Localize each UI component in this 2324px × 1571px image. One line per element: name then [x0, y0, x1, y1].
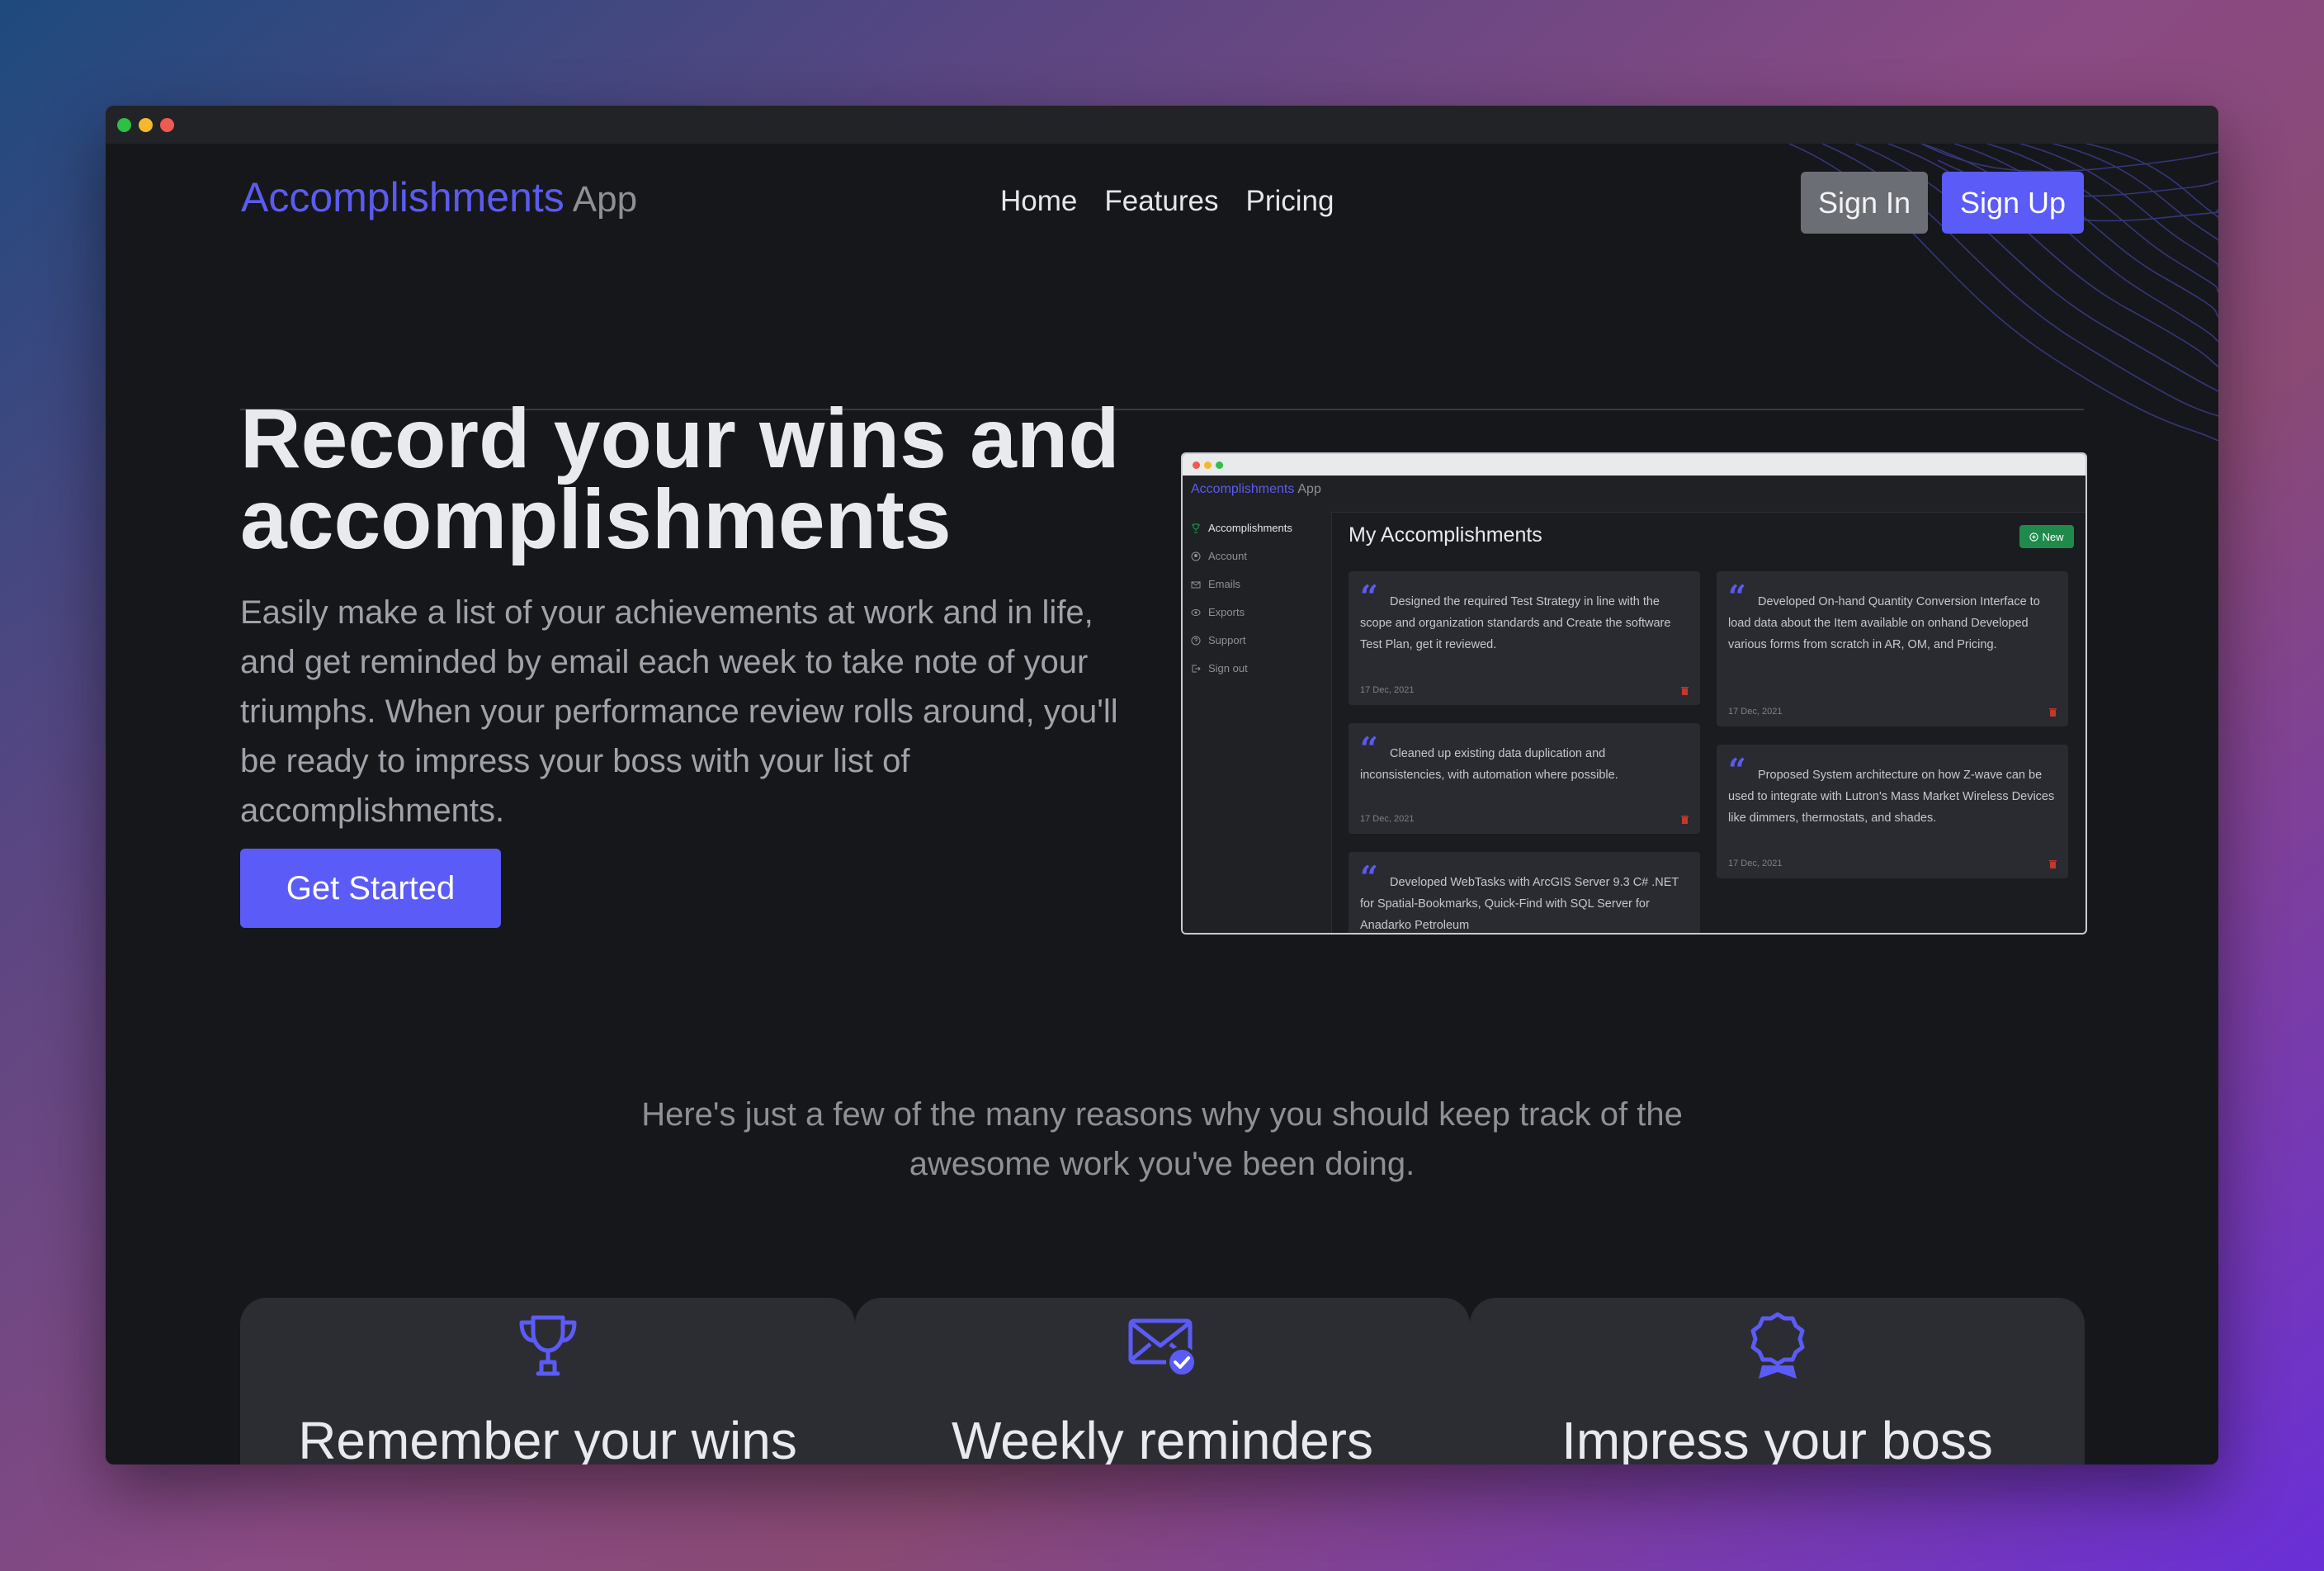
preview-close-dot [1193, 461, 1200, 469]
app-preview-screenshot: Accomplishments App Accomplishments Accou… [1181, 452, 2087, 935]
feature-card-wins: Remember your wins [240, 1298, 855, 1465]
preview-sidebar-account: Account [1191, 550, 1247, 562]
mail-check-icon [1128, 1318, 1197, 1378]
trash-icon [2049, 860, 2057, 868]
card-text: Designed the required Test Strategy in l… [1360, 595, 1671, 651]
reasons-text-content: Here's just a few of the many reasons wh… [641, 1096, 1683, 1182]
sidebar-item-label: Account [1208, 550, 1247, 562]
sidebar-item-label: Emails [1208, 578, 1241, 590]
award-icon [1750, 1312, 1804, 1379]
feature-card-boss: Impress your boss [1470, 1298, 2085, 1465]
feature-card-reminders: Weekly reminders [855, 1298, 1470, 1465]
feature-title: Weekly reminders [952, 1411, 1373, 1465]
main-nav: Home Features Pricing [1000, 185, 1334, 218]
preview-sidebar-support: Support [1191, 634, 1246, 646]
sign-up-button[interactable]: Sign Up [1942, 172, 2084, 234]
window-maximize-dot[interactable] [160, 118, 174, 132]
nav-home[interactable]: Home [1000, 185, 1077, 218]
feature-title: Impress your boss [1561, 1411, 1993, 1465]
card-date: 17 Dec, 2021 [1728, 707, 1783, 717]
trash-icon [2049, 708, 2057, 717]
brand-suffix: App [572, 179, 638, 220]
nav-features[interactable]: Features [1104, 185, 1218, 218]
preview-brand-name: Accomplishments [1191, 482, 1295, 496]
reasons-text: Here's just a few of the many reasons wh… [106, 1090, 2218, 1189]
preview-card: “ Proposed System architecture on how Z-… [1717, 745, 2068, 878]
sidebar-item-label: Support [1208, 634, 1246, 646]
preview-header: Accomplishments App [1183, 476, 2085, 513]
preview-sidebar-emails: Emails [1191, 578, 1240, 590]
card-text: Developed On-hand Quantity Conversion In… [1728, 595, 2040, 651]
card-text: Developed WebTasks with ArcGIS Server 9.… [1360, 876, 1679, 932]
brand-name: Accomplishments [241, 174, 564, 220]
feature-title: Remember your wins [298, 1411, 797, 1465]
preview-minimize-dot [1204, 461, 1212, 469]
preview-card: “ Cleaned up existing data duplication a… [1349, 723, 1700, 834]
card-text: Proposed System architecture on how Z-wa… [1728, 769, 2055, 825]
window-minimize-dot[interactable] [139, 118, 153, 132]
signout-icon [1192, 665, 1201, 672]
get-started-button[interactable]: Get Started [240, 849, 501, 928]
nav-pricing[interactable]: Pricing [1246, 185, 1334, 218]
preview-new-button: New [2019, 525, 2074, 548]
card-date: 17 Dec, 2021 [1360, 814, 1415, 824]
plus-circle-icon [2029, 532, 2039, 542]
card-date: 17 Dec, 2021 [1728, 859, 1783, 868]
preview-card: “ Designed the required Test Strategy in… [1349, 571, 1700, 705]
sidebar-item-label: Sign out [1208, 662, 1248, 674]
preview-brand-suffix: App [1297, 482, 1321, 496]
trophy-icon [519, 1315, 576, 1376]
preview-sidebar-sign-out: Sign out [1191, 662, 1248, 674]
preview-new-label: New [2042, 530, 2064, 543]
sidebar-item-label: Exports [1208, 606, 1245, 618]
preview-maximize-dot [1216, 461, 1223, 469]
export-icon [1191, 608, 1201, 616]
preview-brand: Accomplishments App [1191, 482, 1321, 497]
window-titlebar [106, 106, 2218, 144]
trophy-icon [1192, 523, 1200, 533]
help-icon [1191, 636, 1201, 645]
card-date: 17 Dec, 2021 [1360, 685, 1415, 695]
window-close-dot[interactable] [117, 118, 131, 132]
trash-icon [1681, 816, 1689, 824]
preview-titlebar [1183, 454, 2085, 476]
preview-card: “ Developed WebTasks with ArcGIS Server … [1349, 852, 1700, 933]
user-icon [1191, 551, 1201, 561]
trash-icon [1681, 687, 1689, 695]
hero-description: Easily make a list of your achievements … [240, 594, 1118, 829]
preview-sidebar: Accomplishments Account Emails Exports S… [1183, 512, 1332, 933]
preview-main: My Accomplishments New “ Designed the re… [1332, 512, 2085, 933]
hero-title: Record your wins and accomplishments [240, 391, 1120, 566]
browser-window: Accomplishments App Home Features Pricing… [106, 106, 2218, 1465]
mail-icon [1191, 581, 1201, 588]
page-content: Accomplishments App Home Features Pricing… [106, 144, 2218, 1465]
preview-card: “ Developed On-hand Quantity Conversion … [1717, 571, 2068, 726]
preview-sidebar-exports: Exports [1191, 606, 1245, 618]
sign-in-button[interactable]: Sign In [1801, 172, 1928, 234]
preview-heading: My Accomplishments [1349, 523, 1542, 547]
sidebar-item-label: Accomplishments [1208, 522, 1292, 534]
brand-logo[interactable]: Accomplishments App [241, 173, 637, 221]
card-text: Cleaned up existing data duplication and… [1360, 747, 1618, 782]
preview-sidebar-accomplishments: Accomplishments [1191, 522, 1292, 534]
